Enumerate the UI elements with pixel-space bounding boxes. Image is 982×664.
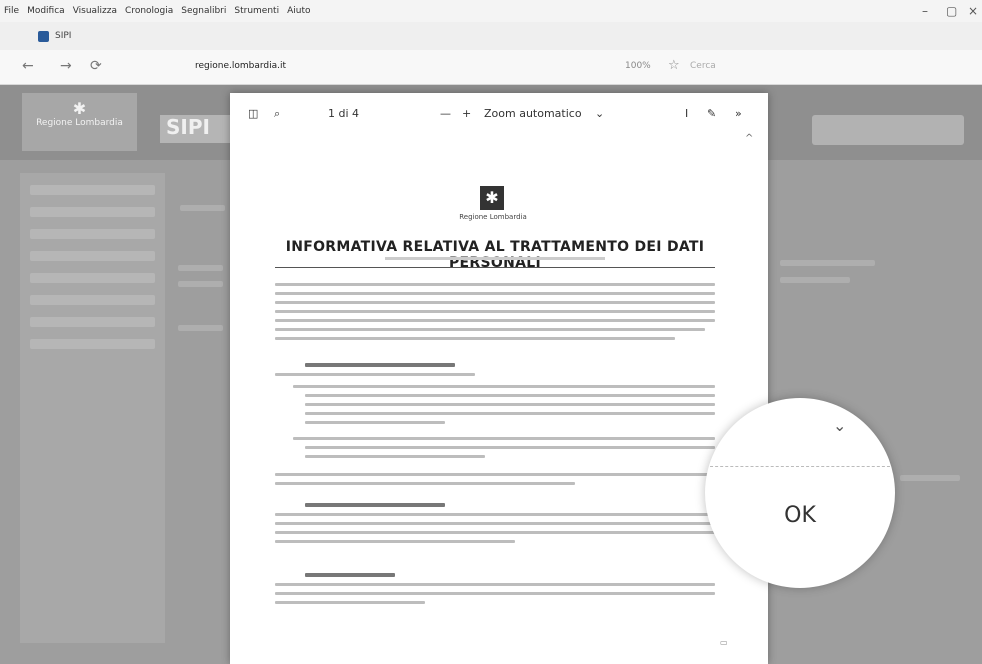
text-line	[275, 513, 715, 516]
text-line	[275, 482, 575, 485]
zoom-out-button[interactable]: —	[440, 107, 451, 120]
bg-text-line	[180, 205, 225, 211]
url-text: regione.lombardia.it	[195, 61, 286, 71]
menu-tools[interactable]: Strumenti	[230, 6, 283, 16]
regione-logo-icon: ✱	[72, 99, 87, 118]
text-line	[305, 412, 715, 415]
back-button[interactable]: ←	[22, 58, 34, 74]
tab-sipi[interactable]: SIPI	[30, 25, 168, 47]
text-line	[275, 319, 715, 322]
bg-text-line	[900, 475, 960, 481]
sidebar-toggle-icon[interactable]: ◫	[248, 107, 258, 120]
scroll-up-icon[interactable]: ^	[745, 133, 753, 144]
bg-sidebar-row	[30, 317, 155, 327]
ok-button[interactable]: OK	[755, 498, 845, 534]
text-line	[275, 310, 715, 313]
bg-sidebar-row	[30, 251, 155, 261]
menu-file[interactable]: File	[0, 6, 23, 16]
text-line	[275, 301, 715, 304]
close-window-button[interactable]: ×	[968, 4, 978, 18]
bg-sidebar-row	[30, 295, 155, 305]
maximize-button[interactable]: ▢	[946, 4, 957, 18]
text-line	[275, 592, 715, 595]
text-line	[275, 473, 715, 476]
bg-text-line	[178, 325, 223, 331]
zoom-in-button[interactable]: +	[462, 107, 471, 120]
menu-edit[interactable]: Modifica	[23, 6, 69, 16]
menu-bookmarks[interactable]: Segnalibri	[177, 6, 230, 16]
menu-help[interactable]: Aiuto	[283, 6, 314, 16]
text-line	[275, 601, 425, 604]
text-line	[305, 455, 485, 458]
document-subtitle	[385, 257, 605, 260]
text-line	[305, 403, 715, 406]
section-heading	[305, 363, 455, 367]
bg-text-line	[178, 281, 223, 287]
reload-button[interactable]: ⟳	[90, 58, 102, 74]
site-favicon-icon	[38, 30, 49, 42]
bg-sidebar-row	[30, 273, 155, 283]
address-bar[interactable]: regione.lombardia.it 100% ☆ Cerca	[165, 56, 795, 78]
pdf-viewer: ◫ ⌕ 1 di 4 — + Zoom automatico ⌄ I ✎ » ^…	[230, 93, 768, 664]
bg-logo-text: Regione Lombardia	[36, 118, 123, 128]
bg-sidebar-row	[30, 229, 155, 239]
search-field[interactable]: Cerca	[690, 61, 716, 71]
magnified-dialog: ⌄ OK	[705, 398, 895, 588]
url-domain: regione.lombardia.it	[195, 61, 287, 71]
bg-sidebar-row	[30, 185, 155, 195]
more-tools-icon[interactable]: »	[735, 107, 742, 120]
draw-icon[interactable]: ✎	[707, 107, 716, 120]
forward-button[interactable]: →	[60, 58, 72, 74]
bg-text-line	[178, 265, 223, 271]
minimize-button[interactable]: –	[922, 4, 928, 18]
chevron-down-icon[interactable]: ⌄	[595, 107, 604, 120]
pdf-toolbar: ◫ ⌕ 1 di 4 — + Zoom automatico ⌄ I ✎ »	[230, 93, 768, 135]
popup-divider	[705, 466, 895, 467]
doc-logo-text: Regione Lombardia	[459, 213, 527, 221]
text-line	[275, 540, 515, 543]
text-line	[275, 283, 715, 286]
bg-sidebar-row	[30, 207, 155, 217]
text-line	[275, 583, 715, 586]
menu-view[interactable]: Visualizza	[69, 6, 121, 16]
bg-sidebar-row	[30, 339, 155, 349]
section-heading	[305, 503, 445, 507]
text-line	[293, 385, 715, 388]
star-icon[interactable]: ☆	[668, 58, 680, 73]
text-line	[275, 531, 715, 534]
bg-text-line	[780, 277, 850, 283]
zoom-select[interactable]: Zoom automatico	[484, 107, 582, 120]
zoom-level[interactable]: 100%	[625, 61, 651, 71]
text-cursor-icon[interactable]: I	[685, 107, 688, 120]
bg-sidebar	[20, 173, 165, 643]
text-line	[293, 437, 715, 440]
section-heading	[305, 573, 395, 577]
bg-logo: ✱ Regione Lombardia	[22, 93, 137, 151]
page-indicator[interactable]: 1 di 4	[328, 107, 359, 120]
pdf-page: ✱ Regione Lombardia INFORMATIVA RELATIVA…	[275, 141, 715, 661]
url-toolbar: ← → ⟳ regione.lombardia.it 100% ☆ Cerca	[0, 50, 982, 85]
bg-user-badge	[812, 115, 964, 145]
text-line	[275, 292, 715, 295]
menu-history[interactable]: Cronologia	[121, 6, 177, 16]
text-line	[275, 328, 705, 331]
chevron-down-icon[interactable]: ⌄	[833, 416, 846, 435]
title-rule	[275, 267, 715, 268]
text-line	[305, 446, 715, 449]
text-line	[305, 421, 445, 424]
bg-text-line	[780, 260, 875, 266]
search-icon[interactable]: ⌕	[274, 107, 280, 121]
menubar: File Modifica Visualizza Cronologia Segn…	[0, 0, 982, 22]
regione-logo-icon: ✱	[480, 186, 504, 210]
tab-title: SIPI	[55, 31, 72, 41]
page-footer: ▭	[720, 638, 728, 647]
text-line	[275, 522, 715, 525]
text-line	[275, 373, 475, 376]
tab-bar: SIPI	[0, 22, 982, 50]
text-line	[275, 337, 675, 340]
text-line	[305, 394, 715, 397]
